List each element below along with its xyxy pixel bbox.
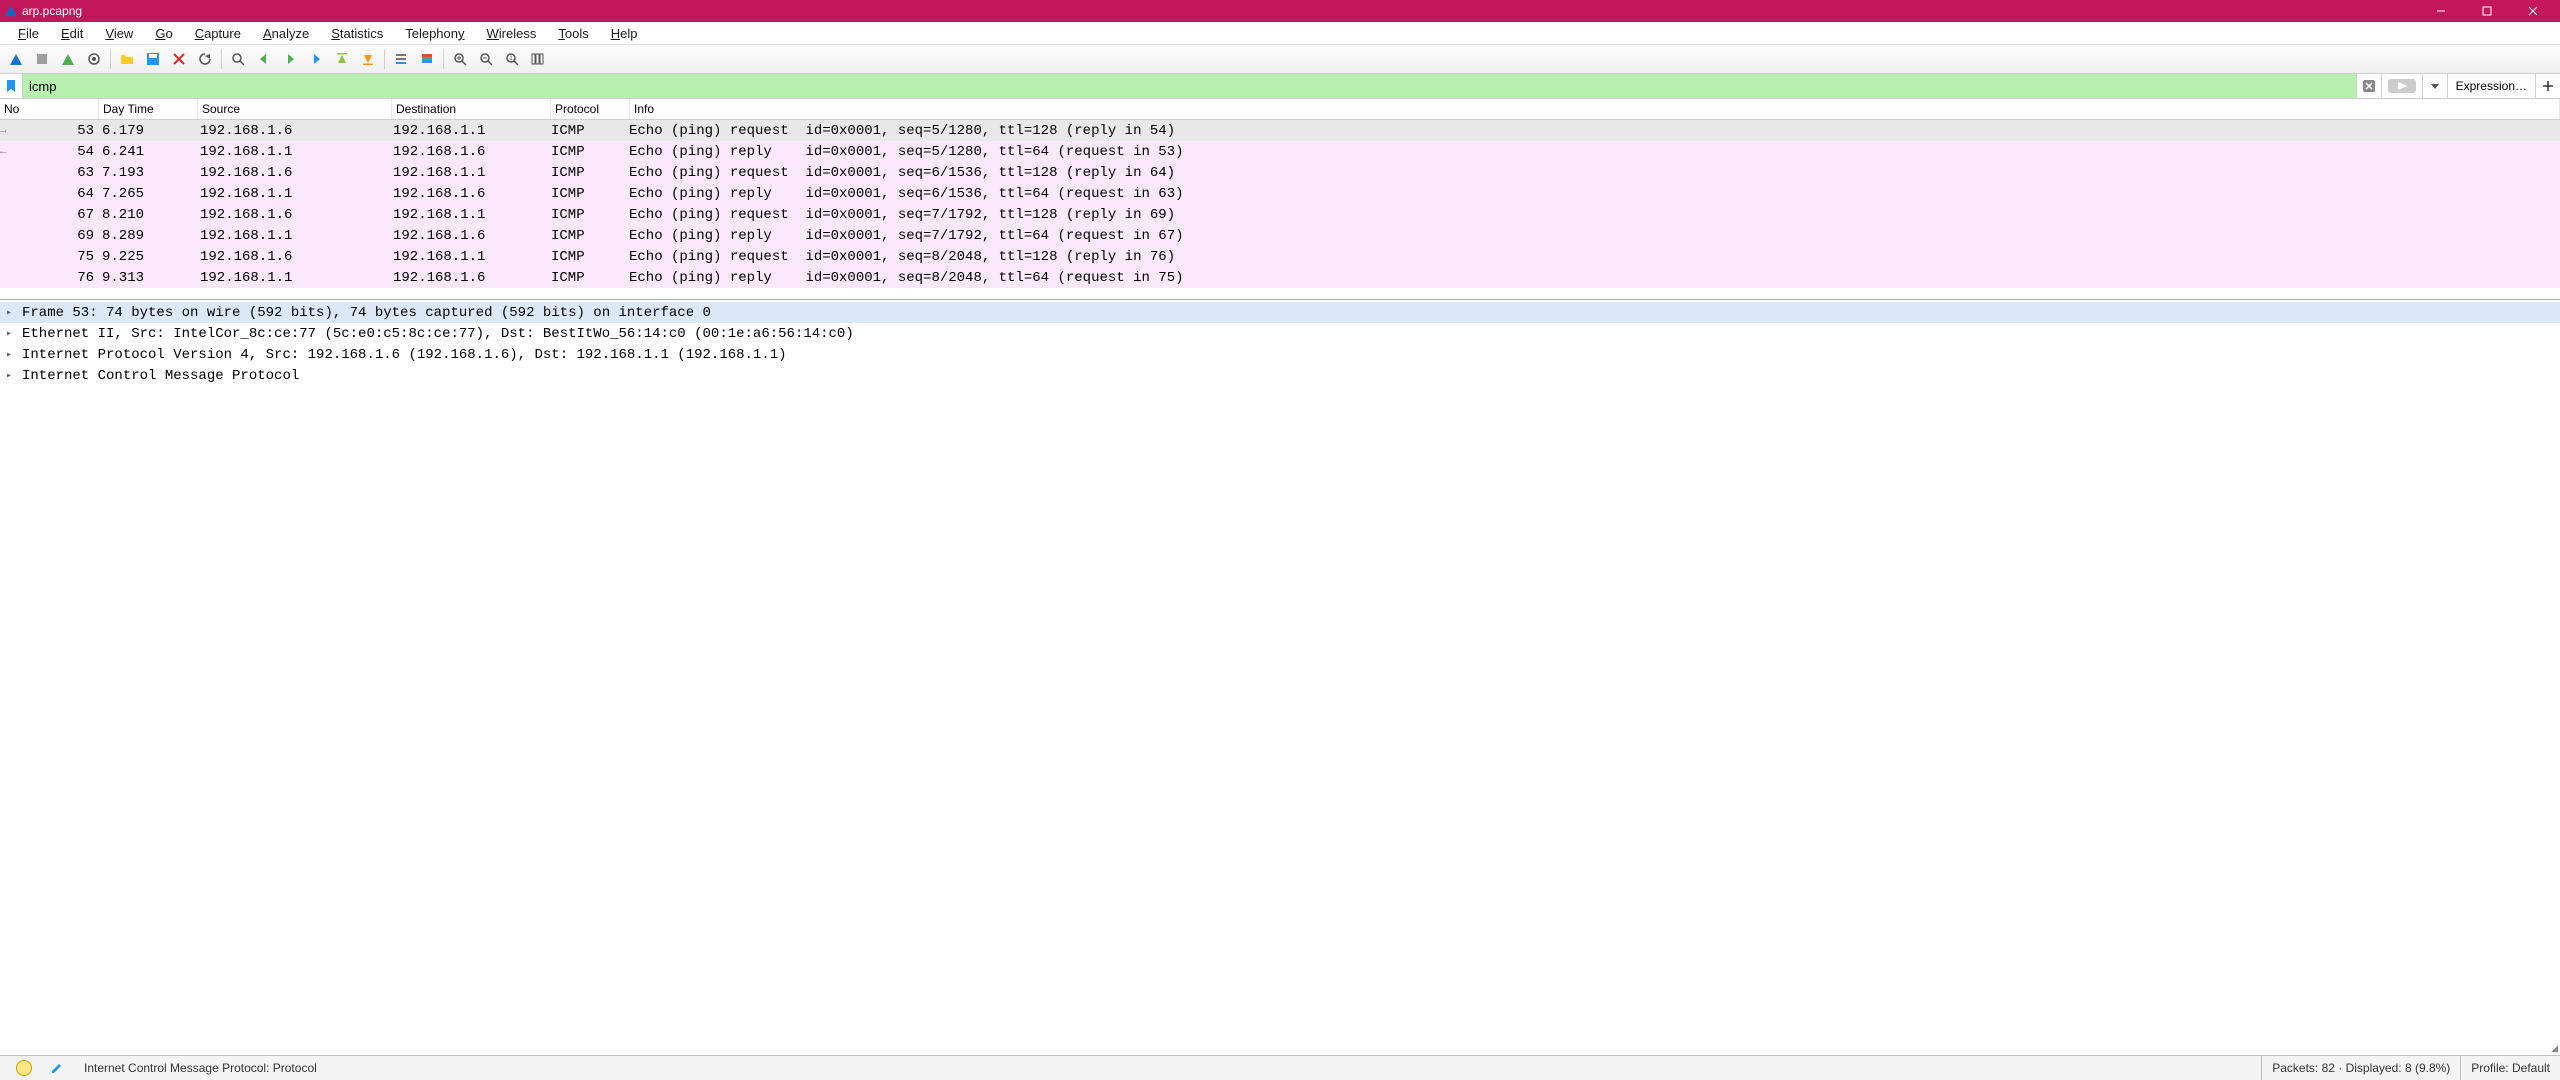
colorize-button[interactable] (415, 47, 439, 71)
detail-tree-item[interactable]: ▸Frame 53: 74 bytes on wire (592 bits), … (0, 302, 2560, 323)
status-packets[interactable]: Packets: 82 · Displayed: 8 (9.8%) (2261, 1056, 2460, 1080)
resize-columns-button[interactable] (526, 47, 550, 71)
add-filter-button[interactable] (2535, 74, 2560, 98)
column-header-info[interactable]: Info (630, 99, 2560, 119)
status-profile[interactable]: Profile: Default (2460, 1056, 2560, 1080)
go-to-packet-button[interactable] (304, 47, 328, 71)
go-forward-button[interactable] (278, 47, 302, 71)
expand-twisty-icon[interactable]: ▸ (6, 370, 18, 382)
clear-filter-button[interactable] (2356, 74, 2381, 98)
stop-capture-button[interactable] (30, 47, 54, 71)
open-file-button[interactable] (115, 47, 139, 71)
statusbar: Internet Control Message Protocol: Proto… (0, 1055, 2560, 1080)
expand-twisty-icon[interactable]: ▸ (6, 328, 18, 340)
toolbar: 1 (0, 45, 2560, 74)
table-row[interactable]: 637.193192.168.1.6192.168.1.1ICMPEcho (p… (0, 162, 2560, 183)
capture-options-button[interactable] (82, 47, 106, 71)
menu-edit[interactable]: Edit (51, 24, 93, 43)
table-row[interactable]: ←546.241192.168.1.1192.168.1.6ICMPEcho (… (0, 141, 2560, 162)
detail-tree-item[interactable]: ▸Internet Control Message Protocol (0, 365, 2560, 386)
menu-go[interactable]: Go (145, 24, 182, 43)
table-row[interactable]: 698.289192.168.1.1192.168.1.6ICMPEcho (p… (0, 225, 2560, 246)
zoom-in-button[interactable] (448, 47, 472, 71)
find-packet-button[interactable] (226, 47, 250, 71)
packet-details-pane[interactable]: ▸Frame 53: 74 bytes on wire (592 bits), … (0, 300, 2560, 1055)
expert-circle-icon (16, 1060, 32, 1076)
column-header-source[interactable]: Source (198, 99, 392, 119)
edit-capture-comment-button[interactable] (48, 1059, 66, 1077)
menu-analyze[interactable]: Analyze (253, 24, 319, 43)
table-row[interactable]: →536.179192.168.1.6192.168.1.1ICMPEcho (… (0, 120, 2560, 141)
window-title: arp.pcapng (22, 4, 82, 18)
zoom-out-button[interactable] (474, 47, 498, 71)
status-hint: Internet Control Message Protocol: Proto… (74, 1056, 327, 1080)
menu-capture[interactable]: Capture (185, 24, 251, 43)
start-capture-button[interactable] (4, 47, 28, 71)
save-file-button[interactable] (141, 47, 165, 71)
menu-view[interactable]: View (95, 24, 143, 43)
menu-tools[interactable]: Tools (548, 24, 598, 43)
detail-tree-item[interactable]: ▸Ethernet II, Src: IntelCor_8c:ce:77 (5c… (0, 323, 2560, 344)
column-header-no[interactable]: No (0, 99, 99, 119)
menu-help[interactable]: Help (601, 24, 648, 43)
menu-telephony[interactable]: Telephony (395, 24, 474, 43)
filter-bar: Expression… (0, 74, 2560, 99)
restart-capture-button[interactable] (56, 47, 80, 71)
app-icon (4, 4, 18, 18)
packet-list-rows[interactable]: →536.179192.168.1.6192.168.1.1ICMPEcho (… (0, 120, 2560, 299)
column-header-time[interactable]: Day Time (99, 99, 198, 119)
menubar: File Edit View Go Capture Analyze Statis… (0, 22, 2560, 45)
autoscroll-button[interactable] (389, 47, 413, 71)
close-file-button[interactable] (167, 47, 191, 71)
reload-button[interactable] (193, 47, 217, 71)
table-row[interactable]: 769.313192.168.1.1192.168.1.6ICMPEcho (p… (0, 267, 2560, 288)
expert-info-button[interactable] (0, 1056, 48, 1080)
recent-filters-dropdown[interactable] (2422, 74, 2447, 98)
display-filter-input[interactable] (23, 74, 2356, 98)
minimize-button[interactable] (2418, 0, 2464, 22)
apply-filter-button[interactable] (2381, 74, 2422, 98)
table-row[interactable]: 678.210192.168.1.6192.168.1.1ICMPEcho (p… (0, 204, 2560, 225)
maximize-button[interactable] (2464, 0, 2510, 22)
detail-tree-item[interactable]: ▸Internet Protocol Version 4, Src: 192.1… (0, 344, 2560, 365)
expand-twisty-icon[interactable]: ▸ (6, 349, 18, 361)
go-first-button[interactable] (330, 47, 354, 71)
column-header-protocol[interactable]: Protocol (551, 99, 630, 119)
expand-twisty-icon[interactable]: ▸ (6, 307, 18, 319)
menu-wireless[interactable]: Wireless (477, 24, 547, 43)
packet-list-header[interactable]: No Day Time Source Destination Protocol … (0, 99, 2560, 120)
resize-grip-icon[interactable]: ◢ (2551, 1043, 2558, 1054)
titlebar: arp.pcapng (0, 0, 2560, 22)
packet-list-pane: No Day Time Source Destination Protocol … (0, 99, 2560, 300)
filter-bookmark-button[interactable] (0, 74, 23, 98)
table-row[interactable]: 647.265192.168.1.1192.168.1.6ICMPEcho (p… (0, 183, 2560, 204)
go-back-button[interactable] (252, 47, 276, 71)
close-button[interactable] (2510, 0, 2556, 22)
table-row[interactable]: 759.225192.168.1.6192.168.1.1ICMPEcho (p… (0, 246, 2560, 267)
menu-file[interactable]: File (8, 24, 49, 43)
go-last-button[interactable] (356, 47, 380, 71)
expression-button[interactable]: Expression… (2447, 74, 2535, 98)
menu-statistics[interactable]: Statistics (321, 24, 393, 43)
zoom-reset-button[interactable]: 1 (500, 47, 524, 71)
column-header-destination[interactable]: Destination (392, 99, 551, 119)
